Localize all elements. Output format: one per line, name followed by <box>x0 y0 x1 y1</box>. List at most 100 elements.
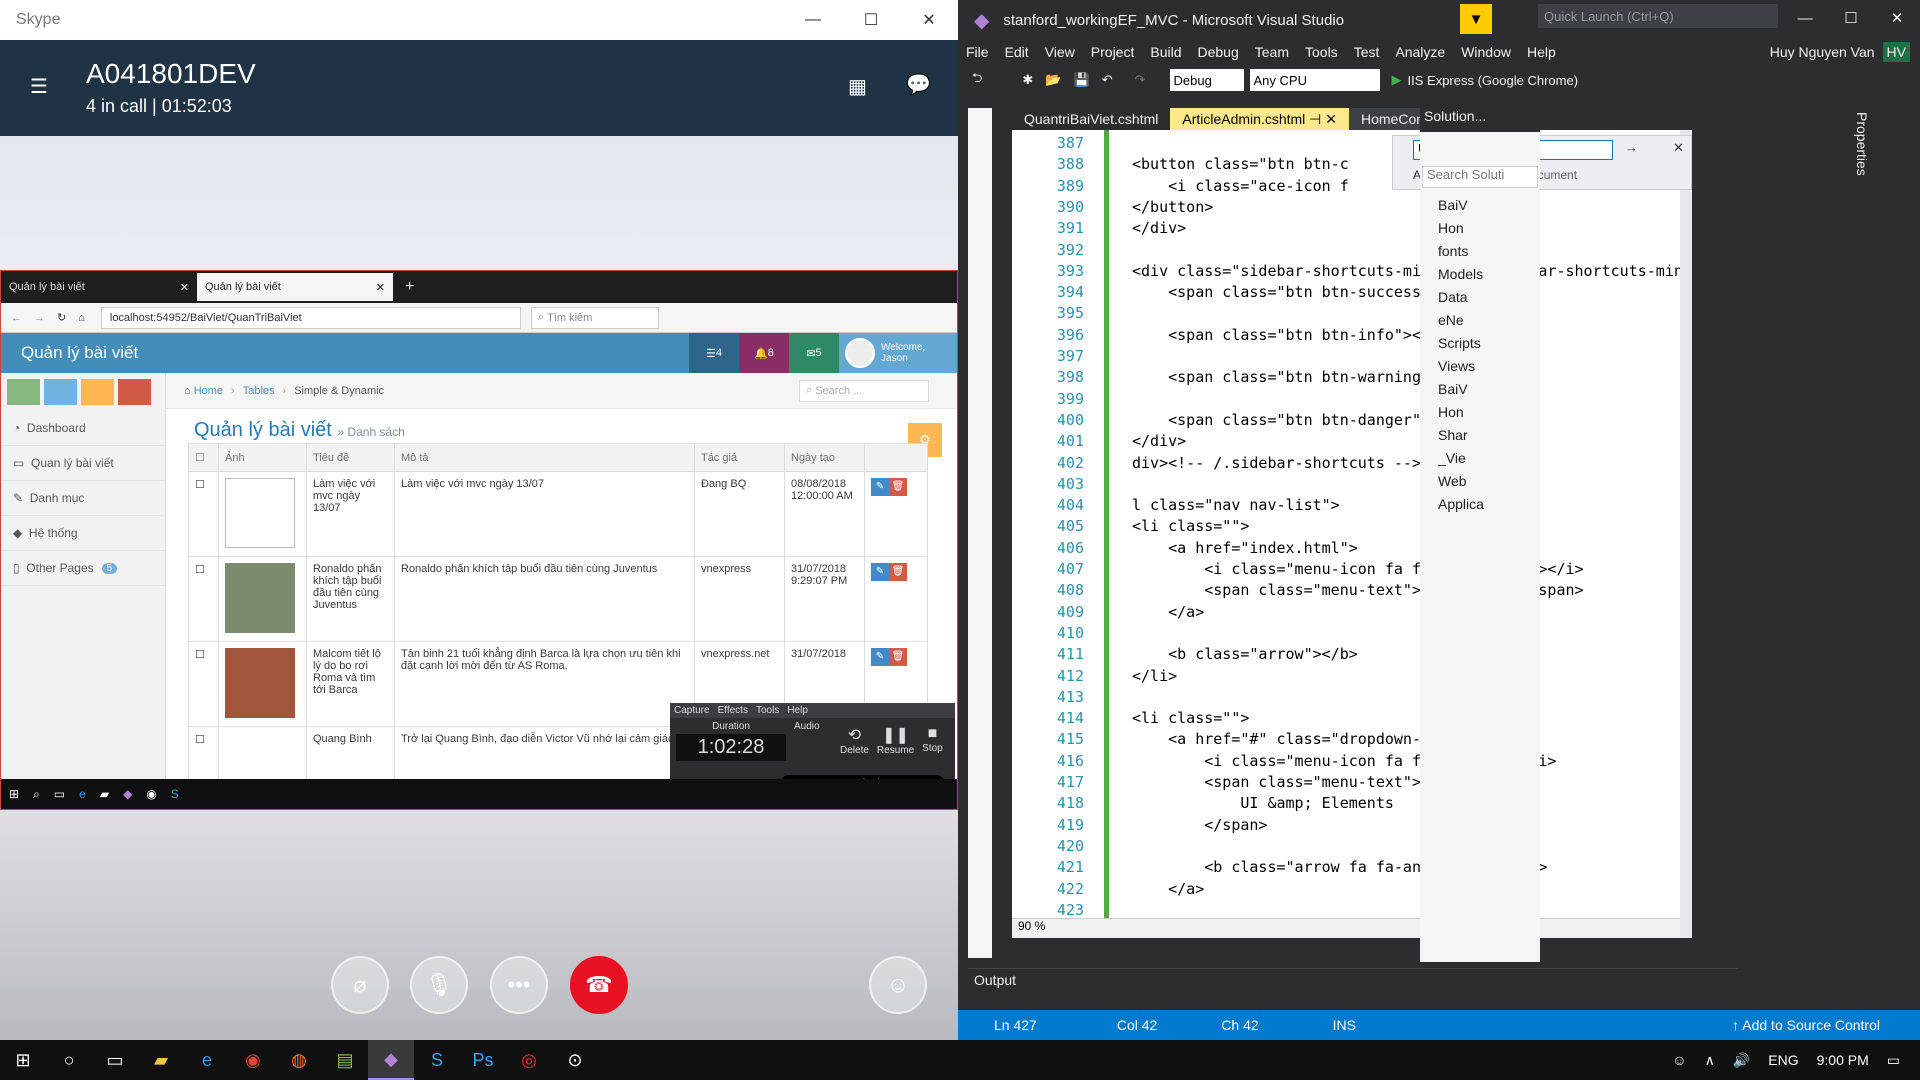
run-icon[interactable]: ▶ <box>1392 72 1402 88</box>
breadcrumb-tables[interactable]: Tables <box>243 385 275 397</box>
sidebar-item-other-pages[interactable]: ▯ Other Pages 5 <box>1 551 165 586</box>
more-options-button[interactable]: ••• <box>490 956 548 1014</box>
sidebar-item-posts[interactable]: ▭ Quan lý bài viết <box>1 446 165 481</box>
solution-tree-item[interactable]: Scripts <box>1438 332 1540 355</box>
chevron-up-icon[interactable]: ∧ <box>1705 1052 1715 1069</box>
delete-button[interactable]: ⟲ Delete <box>840 725 869 756</box>
column-header[interactable]: Tác giả <box>694 443 785 472</box>
forward-icon[interactable]: → <box>34 312 45 324</box>
solution-tree-item[interactable]: Data <box>1438 286 1540 309</box>
close-icon[interactable]: ✕ <box>1673 140 1684 156</box>
solution-tree-item[interactable]: eNe <box>1438 309 1540 332</box>
shortcut-success[interactable] <box>7 379 40 405</box>
run-target[interactable]: IIS Express (Google Chrome) <box>1408 73 1579 88</box>
edge-button[interactable]: e <box>184 1040 230 1080</box>
platform-select[interactable]: Any CPU <box>1249 69 1380 91</box>
shortcut-danger[interactable] <box>118 379 151 405</box>
close-icon[interactable]: ✕ <box>1325 111 1337 127</box>
reload-icon[interactable]: ↻ <box>57 311 66 324</box>
menu-window[interactable]: Window <box>1453 44 1519 60</box>
solution-tree-item[interactable]: Views <box>1438 355 1540 378</box>
cortana-button[interactable]: ○ <box>46 1040 92 1080</box>
properties-tab[interactable]: Properties <box>1844 108 1870 988</box>
browser-tab[interactable]: Quản lý bài viết ✕ <box>1 273 197 301</box>
back-icon[interactable]: ⮌ <box>972 69 982 91</box>
stop-button[interactable]: ■ Stop <box>922 725 943 756</box>
save-icon[interactable]: 💾 <box>1074 72 1090 88</box>
file-explorer-button[interactable]: ▰ <box>138 1040 184 1080</box>
language-indicator[interactable]: ENG <box>1768 1052 1798 1068</box>
minimize-button[interactable]: — <box>784 0 842 40</box>
firefox-button[interactable]: ◍ <box>276 1040 322 1080</box>
solution-search-input[interactable]: Search Soluti <box>1422 166 1538 188</box>
column-header[interactable]: Mô tả <box>394 443 695 472</box>
menu-edit[interactable]: Edit <box>997 44 1037 60</box>
skype-button[interactable]: S <box>414 1040 460 1080</box>
menu-file[interactable]: File <box>958 44 997 60</box>
grid-view-icon[interactable]: ▦ <box>848 74 867 99</box>
new-item-icon[interactable]: ✱ <box>1022 72 1033 88</box>
open-icon[interactable]: 📂 <box>1045 72 1061 88</box>
sidebar-item-dashboard[interactable]: ◔ Dashboard <box>1 411 165 446</box>
solution-tree-item[interactable]: Hon <box>1438 401 1540 424</box>
menu-tools[interactable]: Tools <box>756 705 779 716</box>
notifications-icon[interactable]: ▭ <box>1887 1052 1900 1069</box>
menu-debug[interactable]: Debug <box>1190 44 1247 60</box>
output-panel-header[interactable]: Output <box>968 968 1738 992</box>
config-select[interactable]: Debug <box>1169 69 1244 91</box>
clock[interactable]: 9:00 PM <box>1817 1052 1869 1068</box>
source-control-button[interactable]: ↑ Add to Source Control <box>1732 1017 1880 1033</box>
ace-search-input[interactable]: ⌕ Search ... <box>799 379 929 402</box>
brand-title[interactable]: Quản lý bài viết <box>21 343 138 363</box>
reactions-button[interactable]: ☺ <box>869 956 927 1014</box>
breadcrumb-home[interactable]: Home <box>194 385 223 397</box>
edit-button[interactable]: ✎ <box>871 478 889 496</box>
tab-articleadmin[interactable]: ArticleAdmin.cshtml ⊣ ✕ <box>1170 108 1349 132</box>
column-header[interactable]: Ảnh <box>218 443 307 472</box>
solution-tree-item[interactable]: Web <box>1438 470 1540 493</box>
menu-test[interactable]: Test <box>1346 44 1388 60</box>
find-next-icon[interactable]: → <box>1625 140 1638 155</box>
shortcut-warning[interactable] <box>81 379 114 405</box>
people-icon[interactable]: ☺ <box>1672 1052 1686 1068</box>
browser-tab-active[interactable]: Quản lý bài viết ✕ <box>197 273 393 301</box>
column-header[interactable]: Tiêu đề <box>306 443 395 472</box>
user-avatar[interactable]: HV <box>1882 42 1910 62</box>
close-icon[interactable]: ✕ <box>376 281 385 294</box>
visual-studio-button[interactable]: ◆ <box>368 1040 414 1080</box>
solution-tree-item[interactable]: Shar <box>1438 424 1540 447</box>
menu-team[interactable]: Team <box>1247 44 1297 60</box>
minimize-button[interactable]: — <box>1782 0 1828 36</box>
close-button[interactable]: ✕ <box>1874 0 1920 36</box>
notifications-badge[interactable]: 🔔 8 <box>739 333 789 373</box>
user-name[interactable]: Huy Nguyen Van <box>1762 44 1883 60</box>
vertical-scrollbar[interactable] <box>1680 130 1692 938</box>
edit-button[interactable]: ✎ <box>871 563 889 581</box>
chrome-button[interactable]: ◉ <box>230 1040 276 1080</box>
home-icon[interactable]: ⌂ <box>78 312 85 324</box>
hang-up-button[interactable]: ☎ <box>570 956 628 1014</box>
camera-off-button[interactable]: ⌀ <box>331 956 389 1014</box>
tab-quantribaiviet[interactable]: QuantriBaiViet.cshtml <box>1012 108 1170 132</box>
photoshop-button[interactable]: Ps <box>460 1040 506 1080</box>
start-button[interactable]: ⊞ <box>0 1040 46 1080</box>
delete-button[interactable]: 🗑 <box>889 478 907 496</box>
menu-analyze[interactable]: Analyze <box>1387 44 1453 60</box>
shortcut-info[interactable] <box>44 379 77 405</box>
sidebar-item-categories[interactable]: ✎ Danh mục <box>1 481 165 516</box>
edit-button[interactable]: ✎ <box>871 648 889 666</box>
delete-button[interactable]: 🗑 <box>889 648 907 666</box>
zoom-level[interactable]: 90 % <box>1012 918 1684 938</box>
maximize-button[interactable]: ☐ <box>1828 0 1874 36</box>
back-icon[interactable]: ← <box>11 312 22 324</box>
solution-tree-item[interactable]: Applica <box>1438 493 1540 516</box>
obs-button[interactable]: ⊙ <box>552 1040 598 1080</box>
menu-tools[interactable]: Tools <box>1297 44 1346 60</box>
new-tab-icon[interactable]: + <box>405 278 414 296</box>
resume-button[interactable]: ❚❚ Resume <box>877 725 914 756</box>
messages-badge[interactable]: ✉ 5 <box>789 333 839 373</box>
user-menu[interactable]: Welcome, Jason <box>839 333 957 373</box>
sidebar-item-system[interactable]: ◆ Hệ thống <box>1 516 165 551</box>
quick-launch-input[interactable]: Quick Launch (Ctrl+Q) <box>1538 4 1778 28</box>
row-checkbox[interactable]: ☐ <box>188 556 219 642</box>
